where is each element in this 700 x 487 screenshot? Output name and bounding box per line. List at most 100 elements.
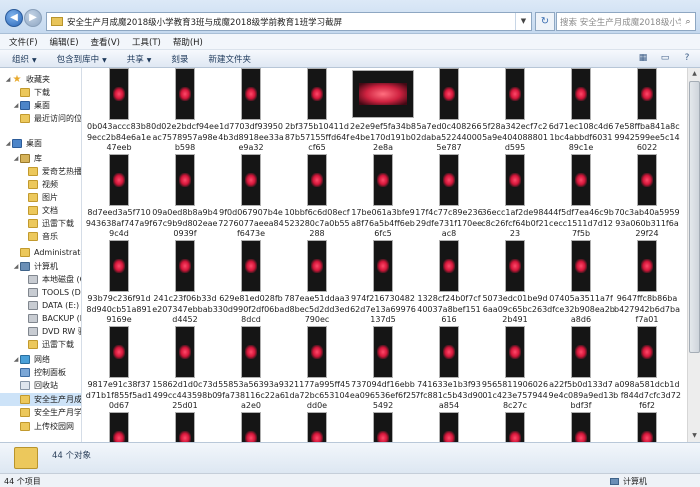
file-item[interactable]: 07405a3511a7fdfce32b908ea2ba8d6 xyxy=(547,240,615,327)
sidebar-item[interactable]: ◢ 桌面 xyxy=(0,137,81,150)
file-item[interactable]: 9647ffc8b86ba b427942b6d7baf7a01 xyxy=(613,240,681,327)
search-icon[interactable]: ⌕ xyxy=(681,17,695,27)
sidebar-item[interactable]: 安全生产月学 xyxy=(0,406,81,419)
scroll-up-icon[interactable]: ▲ xyxy=(689,68,700,80)
file-item[interactable]: 5a7ed0c408266 2daba522440005e787 xyxy=(415,68,483,155)
vertical-scrollbar[interactable]: ▲ ▼ xyxy=(687,68,700,442)
sidebar-item[interactable]: 下载 xyxy=(0,86,81,99)
file-item[interactable]: 956581190602601c423e7579448c27c xyxy=(481,326,549,413)
file-item[interactable]: 1d7703df939504b3d8918ee33ae9a32 xyxy=(217,68,285,155)
file-item[interactable] xyxy=(613,412,681,442)
help-icon[interactable]: ? xyxy=(680,52,694,65)
expand-arrow-icon[interactable]: ◢ xyxy=(12,356,20,363)
sidebar-item[interactable]: 本地磁盘 (C: xyxy=(0,273,81,286)
file-item[interactable]: 93b79c236f91d8d940cb51a8919169e xyxy=(85,240,153,327)
file-item[interactable]: 70c3ab40a595993a060b311f6a29f24 xyxy=(613,154,681,241)
sidebar-item[interactable]: ◢ ★ 收藏夹 xyxy=(0,73,81,86)
file-item[interactable]: 0d02e2bdcf94eeac7578957a98eb598 xyxy=(151,68,219,155)
scroll-down-icon[interactable]: ▼ xyxy=(689,430,700,442)
file-item[interactable] xyxy=(547,412,615,442)
sidebar-item[interactable]: TOOLS (D:) xyxy=(0,286,81,299)
expand-arrow-icon[interactable]: ◢ xyxy=(12,263,20,270)
address-bar[interactable]: 安全生产月成魔2018级小学教育3班与成魔2018级学前教育1班学习截屏 ▼ xyxy=(46,12,532,31)
scrollbar-thumb[interactable] xyxy=(689,81,700,353)
include-in-library-button[interactable]: 包含到库中 ▼ xyxy=(57,53,107,65)
sidebar-item[interactable]: 爱奇艺热播视 xyxy=(0,165,81,178)
file-item[interactable]: 9817e91c38f37d71b1f855f5ad10d67 xyxy=(85,326,153,413)
file-item[interactable]: 629e81ed028fb30d990f2df06ba8dcd xyxy=(217,240,285,327)
sidebar-item[interactable]: ◢ 计算机 xyxy=(0,260,81,273)
file-item[interactable] xyxy=(151,412,219,442)
file-item[interactable]: 1328cf24b0f7cf40037a8bef151616 xyxy=(415,240,483,327)
file-item[interactable]: 2e2e9ef5fa34b8e4be170d191b02e8a xyxy=(349,68,417,155)
file-item[interactable]: 10bbf6c6d08ecf523280c7a0b55288 xyxy=(283,154,351,241)
organize-button[interactable]: 组织 ▼ xyxy=(12,53,37,65)
expand-arrow-icon[interactable]: ◢ xyxy=(4,140,12,147)
menu-view[interactable]: 查看(V) xyxy=(91,36,120,48)
sidebar-item[interactable]: 回收站 xyxy=(0,379,81,392)
file-item[interactable]: 321177a995ff451da72bc653104dd0e xyxy=(283,326,351,413)
expand-arrow-icon[interactable]: ◢ xyxy=(12,102,20,109)
file-item[interactable]: 44f5df7ea46c9bcecc1511d7d127f5b xyxy=(547,154,615,241)
file-item[interactable]: 6d71ec108c4d61bc4abbdf603189c1e xyxy=(547,68,615,155)
burn-button[interactable]: 刻录 xyxy=(171,53,188,65)
file-item[interactable]: 974f21673048262d7e13a69976137d5 xyxy=(349,240,417,327)
file-item[interactable] xyxy=(415,412,483,442)
file-item[interactable]: 8d7eed3a5f710943638af747a9f9c4d xyxy=(85,154,153,241)
file-item[interactable]: 7e58ffba841a8c9942599ee5c146022 xyxy=(613,68,681,155)
menu-file[interactable]: 文件(F) xyxy=(9,36,38,48)
sidebar-item[interactable]: 迅雷下载 xyxy=(0,338,81,351)
file-item[interactable]: 5073edc01be9d6aa09c65bc2632b491 xyxy=(481,240,549,327)
sidebar-item[interactable]: 文档 xyxy=(0,204,81,217)
sidebar-item[interactable]: ◢ 网络 xyxy=(0,353,81,366)
file-item[interactable]: 55853a56393a99fa738116c22a6a2e0 xyxy=(217,326,285,413)
share-button[interactable]: 共享 ▼ xyxy=(127,53,152,65)
sidebar-item[interactable]: ◢ 库 xyxy=(0,152,81,165)
file-item[interactable]: 787eae51ddaa3d8bec5d2dd3ed790ec xyxy=(283,240,351,327)
sidebar-item[interactable]: 视频 xyxy=(0,178,81,191)
file-item[interactable]: 741633e1b3f937fc881c5b43d90a854 xyxy=(415,326,483,413)
file-item[interactable]: 17f4c77c89e23629dfe731f170eeac8 xyxy=(415,154,483,241)
menu-edit[interactable]: 编辑(E) xyxy=(50,36,79,48)
sidebar-item[interactable]: ◢ 桌面 xyxy=(0,99,81,112)
chevron-down-icon[interactable]: ▼ xyxy=(515,13,531,30)
refresh-icon[interactable]: ↻ xyxy=(535,12,555,31)
forward-arrow-icon[interactable]: ▶ xyxy=(24,9,42,27)
file-item[interactable]: a22f5b0d133d79e4c089a9ed13bdf3f xyxy=(547,326,615,413)
expand-arrow-icon[interactable]: ◢ xyxy=(12,155,20,162)
file-item[interactable]: 17be061a3bfe9a8f76a5b4ff6eb6fc5 xyxy=(349,154,417,241)
file-item[interactable] xyxy=(481,412,549,442)
back-arrow-icon[interactable]: ◀ xyxy=(5,9,23,27)
sidebar-item[interactable]: 控制面板 xyxy=(0,366,81,379)
sidebar-item[interactable]: 音乐 xyxy=(0,230,81,243)
file-item[interactable] xyxy=(85,412,153,442)
sidebar-item[interactable]: 最近访问的位置 xyxy=(0,112,81,125)
file-item[interactable]: 5f28a342ecf7c25a9e404088801d595 xyxy=(481,68,549,155)
file-item[interactable] xyxy=(349,412,417,442)
file-item[interactable] xyxy=(217,412,285,442)
sidebar-item[interactable]: DATA (E:) xyxy=(0,299,81,312)
file-item[interactable] xyxy=(283,412,351,442)
new-folder-button[interactable]: 新建文件夹 xyxy=(208,53,251,65)
preview-pane-icon[interactable]: ▭ xyxy=(658,52,672,65)
expand-arrow-icon[interactable]: ◢ xyxy=(4,76,12,83)
file-item[interactable]: 15862d1d0c73d499cc443598b025d01 xyxy=(151,326,219,413)
file-item[interactable]: 737094df16ebbea096536ef6f255492 xyxy=(349,326,417,413)
file-item[interactable]: 0b043accc83b89ecc2b84e6a1e47eeb xyxy=(85,68,153,155)
menu-tools[interactable]: 工具(T) xyxy=(132,36,161,48)
file-item[interactable]: 2bf375b10411d87b57155ffd64fcf65 xyxy=(283,68,351,155)
sidebar-item[interactable]: DVD RW 驱 xyxy=(0,325,81,338)
file-item[interactable]: 9f0d067907b4e7276077aeea84f6473e xyxy=(217,154,285,241)
menu-help[interactable]: 帮助(H) xyxy=(173,36,203,48)
sidebar-item[interactable]: 图片 xyxy=(0,191,81,204)
sidebar-item[interactable]: Administrator xyxy=(0,246,81,259)
file-item[interactable]: a098a581dcb1db f844d7cfc3d72f6f2 xyxy=(613,326,681,413)
file-item[interactable]: 241c23f06b33de207347ebbab3d4452 xyxy=(151,240,219,327)
search-input[interactable]: 搜索 安全生产月成魔2018级小学教... ⌕ xyxy=(556,12,696,31)
sidebar-item[interactable]: 迅雷下载 xyxy=(0,217,81,230)
sidebar-item[interactable]: 上传校园网 xyxy=(0,420,81,433)
sidebar-item[interactable]: 安全生产月成 xyxy=(0,393,81,406)
view-options-icon[interactable]: ▦ xyxy=(636,52,650,65)
file-item[interactable]: 36ecc1af2de984c8c26fcf64b0f2123 xyxy=(481,154,549,241)
file-item[interactable]: 09a0ed8b8a9b467c9b9d802eae0939f xyxy=(151,154,219,241)
